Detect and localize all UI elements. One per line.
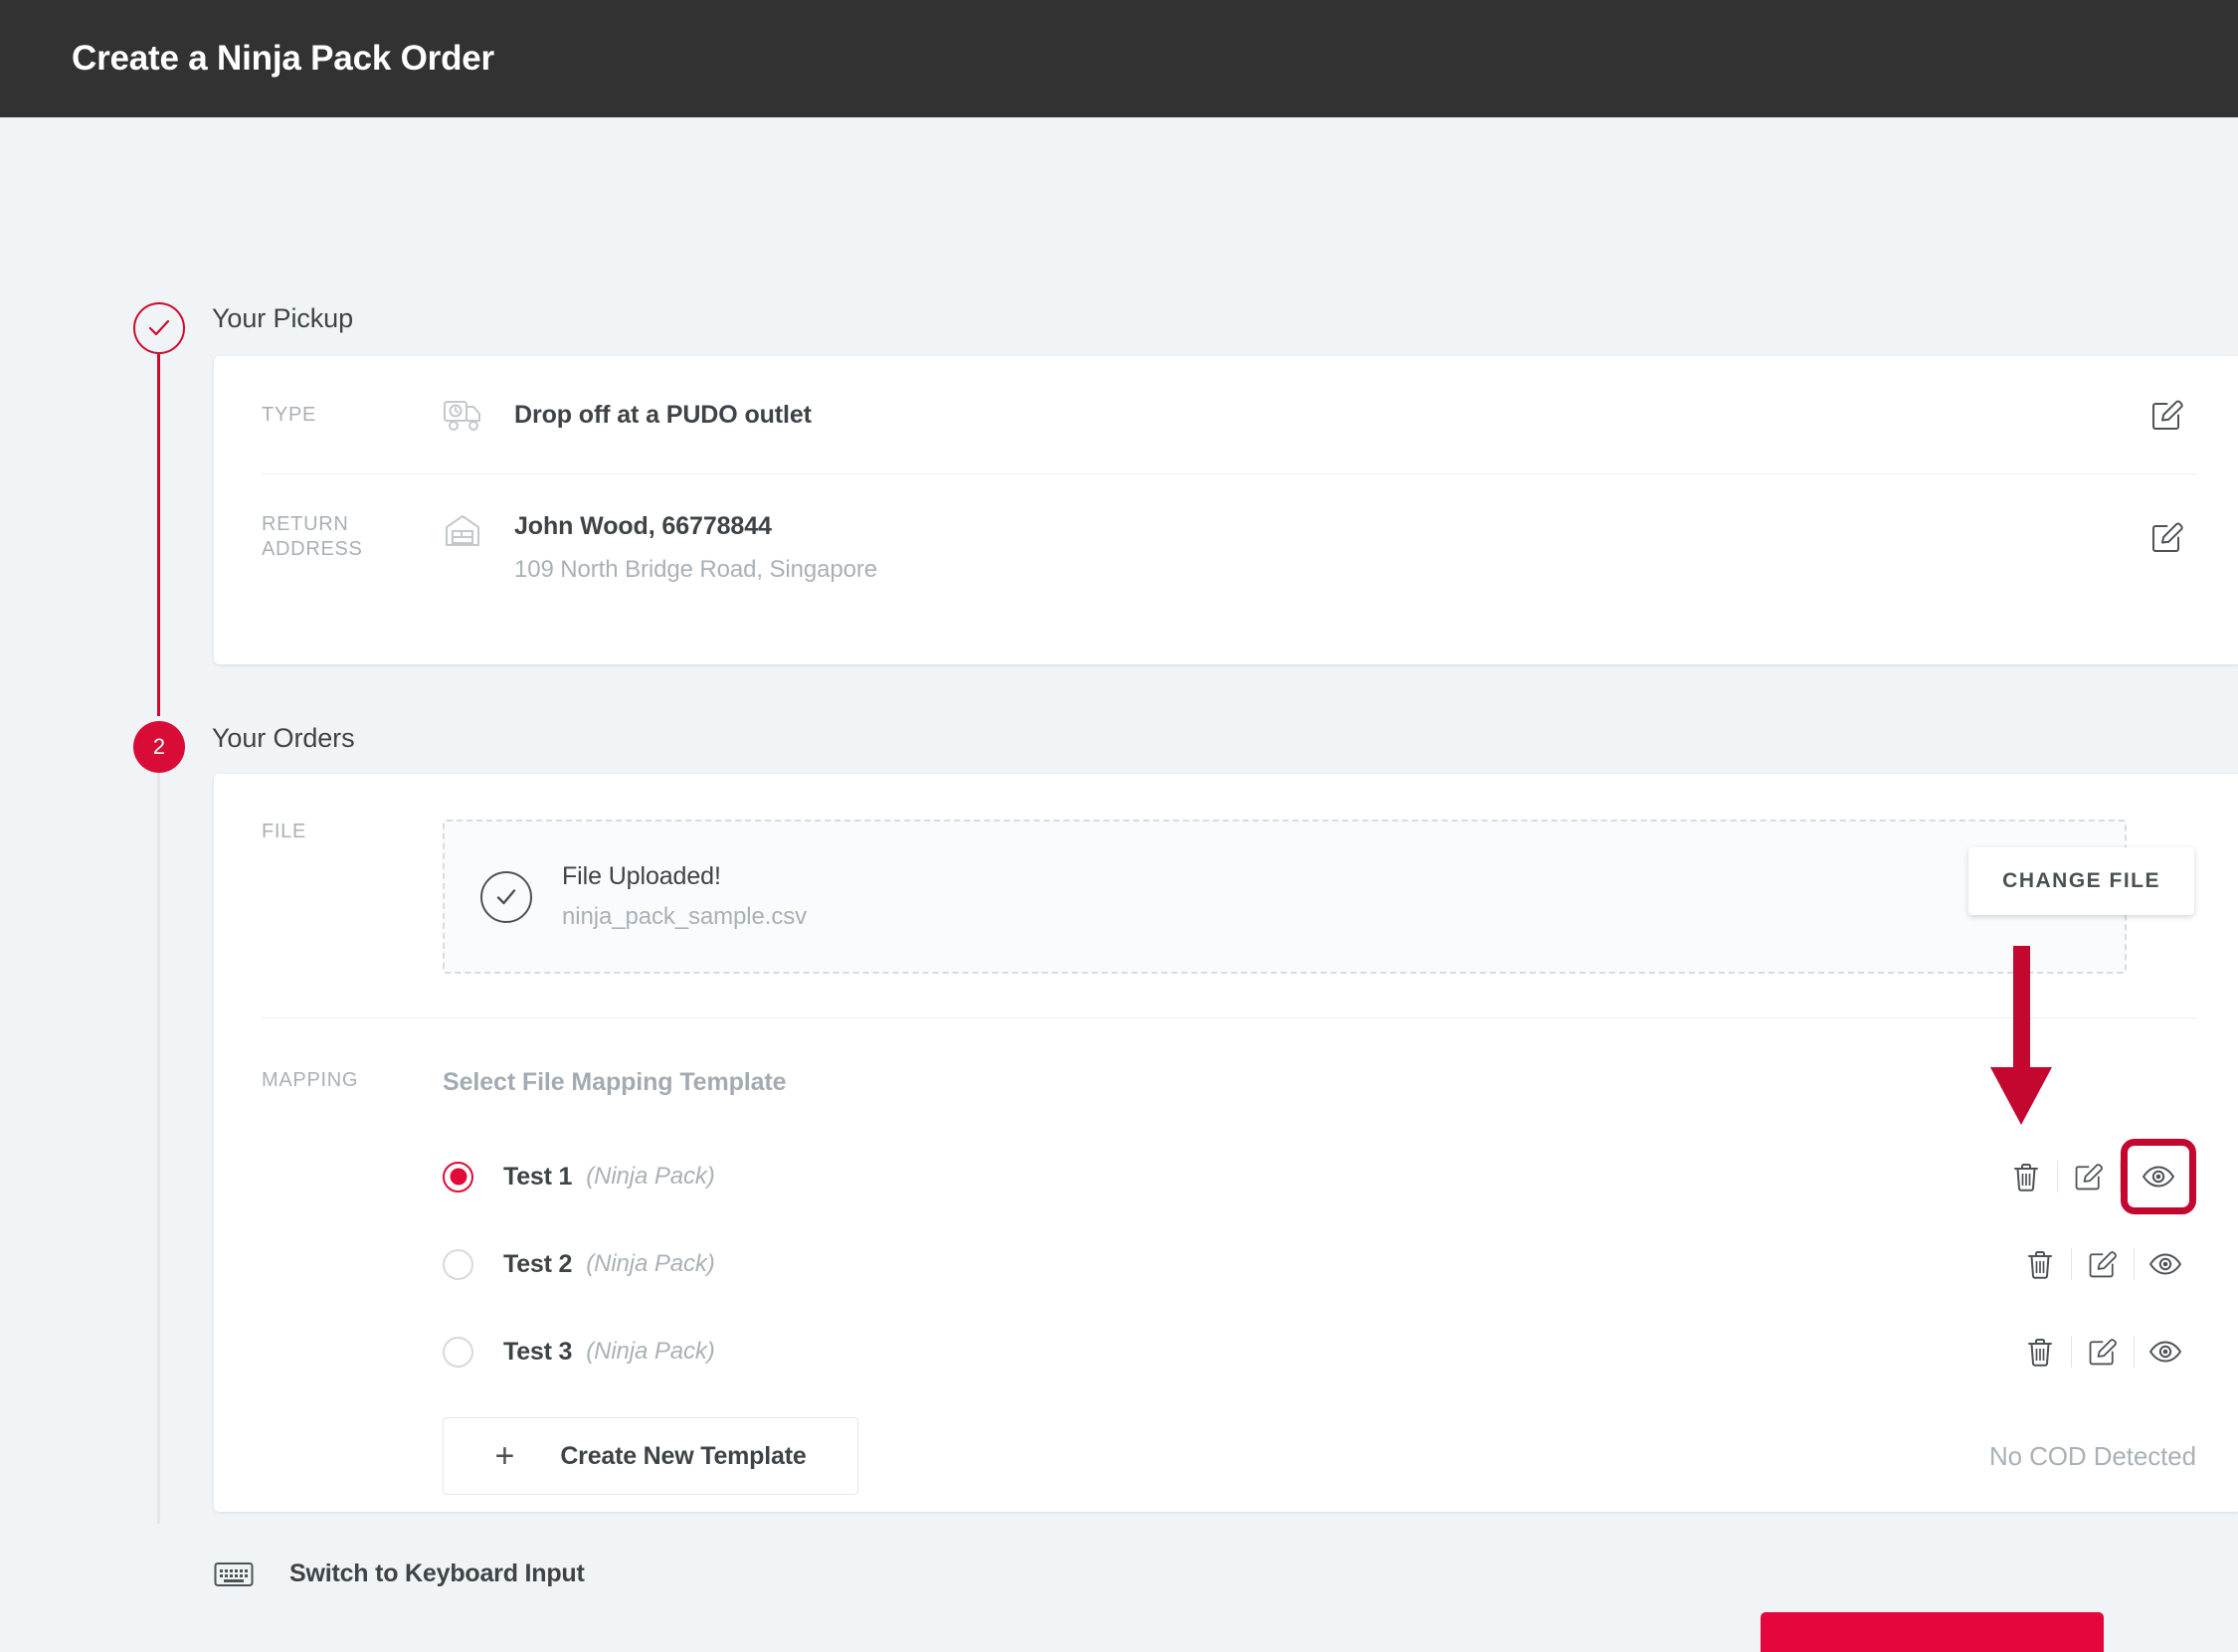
stepper-rail-pending: [157, 769, 160, 1524]
app-header: Create a Ninja Pack Order: [0, 0, 2238, 117]
template-name: Test 2: [503, 1249, 573, 1278]
step-1-marker: [133, 302, 185, 354]
file-label: FILE: [262, 821, 307, 842]
template-kind: (Ninja Pack): [586, 1338, 715, 1365]
step-2-title: Your Orders: [212, 723, 355, 753]
template-row[interactable]: Test 1 (Ninja Pack): [443, 1133, 2196, 1220]
template-kind: (Ninja Pack): [586, 1163, 715, 1190]
template-radio-test-2[interactable]: [443, 1248, 473, 1280]
edit-template-button[interactable]: [2072, 1233, 2134, 1295]
delete-template-button[interactable]: [2009, 1321, 2071, 1382]
edit-pencil-square-icon: [2089, 1251, 2117, 1278]
preview-eye-icon: [2143, 1166, 2174, 1188]
mapping-body: Select File Mapping Template Test 1 (Nin…: [443, 1068, 2238, 1495]
edit-pickup-type-button[interactable]: [2139, 386, 2196, 444]
pickup-return-address-value-wrap: John Wood, 66778844 109 North Bridge Roa…: [514, 512, 2139, 584]
mapping-label: MAPPING: [262, 1069, 359, 1091]
delivery-truck-icon: [443, 397, 514, 433]
preview-template-button[interactable]: [2135, 1321, 2196, 1382]
step-2-number: 2: [152, 734, 166, 759]
change-file-button[interactable]: CHANGE FILE: [1968, 847, 2194, 915]
uploaded-file-name: ninja_pack_sample.csv: [562, 903, 808, 930]
pickup-return-address-value: John Wood, 66778844: [514, 512, 772, 540]
template-row[interactable]: Test 2 (Ninja Pack): [443, 1220, 2196, 1308]
template-name: Test 1: [503, 1162, 573, 1191]
check-icon: [148, 319, 170, 336]
delete-template-button[interactable]: [2009, 1233, 2071, 1295]
edit-pencil-square-icon: [2075, 1164, 2103, 1191]
create-new-template-label: Create New Template: [560, 1441, 807, 1470]
edit-pencil-square-icon: [2089, 1339, 2117, 1366]
check-circle-icon: [480, 870, 532, 923]
template-actions: [2009, 1233, 2196, 1295]
preview-eye-icon: [2149, 1253, 2181, 1275]
pickup-type-value-wrap: Drop off at a PUDO outlet: [514, 401, 2139, 430]
pickup-return-address-row: RETURN ADDRESS John Wood, 66778844 109 N…: [214, 474, 2238, 632]
submit-button[interactable]: [1761, 1612, 2104, 1652]
template-actions: [1995, 1139, 2196, 1214]
delete-trash-icon: [2028, 1251, 2052, 1279]
pickup-type-row: TYPE Drop off at a PUDO outlet: [214, 356, 2238, 473]
template-actions: [2009, 1321, 2196, 1382]
delete-trash-icon: [2014, 1164, 2038, 1192]
switch-to-keyboard-input-label: Switch to Keyboard Input: [289, 1560, 585, 1587]
edit-pencil-square-icon: [2152, 400, 2183, 430]
template-name: Test 3: [503, 1337, 573, 1366]
step-2-marker: 2: [133, 721, 185, 773]
edit-pencil-square-icon: [2152, 522, 2183, 552]
plus-icon: +: [494, 1437, 515, 1475]
keyboard-icon: [214, 1561, 254, 1586]
pickup-card: TYPE Drop off at a PUDO outlet RETURN AD…: [214, 356, 2238, 664]
pickup-type-label: TYPE: [262, 403, 317, 426]
mapping-heading: Select File Mapping Template: [443, 1068, 787, 1096]
template-radio-test-1[interactable]: [443, 1161, 473, 1193]
create-template-row: + Create New Template No COD Detected: [443, 1417, 2196, 1495]
pickup-return-address-detail: 109 North Bridge Road, Singapore: [514, 556, 878, 583]
mapping-row: MAPPING Select File Mapping Template Tes…: [214, 1018, 2238, 1495]
cod-status: No COD Detected: [1988, 1440, 2196, 1471]
file-dropzone[interactable]: File Uploaded! ninja_pack_sample.csv CHA…: [443, 820, 2194, 974]
page-title: Create a Ninja Pack Order: [72, 39, 494, 78]
template-kind: (Ninja Pack): [586, 1250, 715, 1277]
file-row: FILE File Uploaded! ninja_pack_sample.cs…: [214, 774, 2238, 974]
page-body: Your Pickup 2 Your Orders TYPE Drop off …: [0, 117, 2238, 1652]
stepper-rail-completed: [157, 354, 160, 716]
pickup-type-value: Drop off at a PUDO outlet: [514, 400, 812, 429]
delete-template-button[interactable]: [1995, 1146, 2057, 1207]
template-row[interactable]: Test 3 (Ninja Pack): [443, 1308, 2196, 1395]
pickup-return-address-label: RETURN ADDRESS: [262, 513, 363, 560]
create-new-template-button[interactable]: + Create New Template: [443, 1417, 858, 1495]
edit-template-button[interactable]: [2072, 1321, 2134, 1382]
delete-trash-icon: [2028, 1339, 2052, 1367]
edit-template-button[interactable]: [2058, 1146, 2120, 1207]
preview-template-button[interactable]: [2121, 1139, 2196, 1214]
warehouse-icon: [443, 512, 514, 550]
file-upload-status: File Uploaded!: [562, 862, 721, 890]
step-1-title: Your Pickup: [212, 303, 353, 333]
file-info: File Uploaded! ninja_pack_sample.csv: [562, 862, 807, 931]
edit-return-address-button[interactable]: [2139, 508, 2196, 566]
switch-to-keyboard-input-button[interactable]: Switch to Keyboard Input: [214, 1560, 585, 1588]
preview-eye-icon: [2149, 1341, 2181, 1363]
orders-card: FILE File Uploaded! ninja_pack_sample.cs…: [214, 774, 2238, 1512]
preview-template-button[interactable]: [2135, 1233, 2196, 1295]
template-radio-test-3[interactable]: [443, 1336, 473, 1368]
